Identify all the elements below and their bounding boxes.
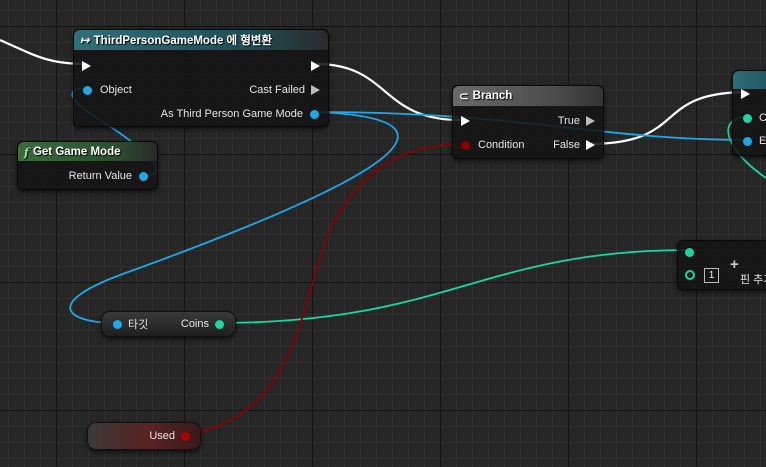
get-game-mode-node[interactable]: f Get Game Mode Return Value: [17, 141, 158, 190]
get-game-mode-title: Get Game Mode: [32, 145, 121, 158]
target-coins-node[interactable]: 타깃 Coins: [101, 311, 236, 337]
array-index-value: 1: [708, 269, 715, 281]
right-node[interactable]: C E: [732, 70, 766, 156]
branch-node[interactable]: ⊂ Branch True Condition False: [452, 85, 604, 159]
int-pin-icon[interactable]: [215, 319, 224, 329]
exec-outline-pin-icon[interactable]: [311, 85, 320, 95]
object-pin-icon[interactable]: [139, 171, 148, 181]
object-pin-icon[interactable]: [743, 136, 752, 146]
branch-false-row[interactable]: False: [553, 138, 595, 152]
int-wire-coins-array: [215, 249, 691, 324]
target-pin-row[interactable]: 타깃: [113, 317, 148, 331]
cast-as-pin-row[interactable]: As Third Person Game Mode: [161, 107, 319, 121]
cast-arrow-icon: ↦: [80, 35, 90, 47]
branch-true-label: True: [557, 115, 580, 127]
exec-outline-pin-icon[interactable]: [586, 116, 595, 126]
return-value-pin-row[interactable]: Return Value: [69, 169, 148, 183]
add-pin-icon-row[interactable]: +: [730, 256, 739, 273]
cast-object-pin-row[interactable]: Object: [83, 83, 132, 97]
cast-failed-label: Cast Failed: [249, 84, 305, 96]
branch-condition-label: Condition: [478, 139, 525, 151]
right-pin-c-label: C: [759, 112, 766, 124]
target-label: 타깃: [128, 319, 149, 331]
branch-condition-row[interactable]: Condition: [461, 138, 524, 152]
cast-node[interactable]: ↦ ThirdPersonGameMode 에 형변환 Object Cast …: [73, 29, 329, 127]
branch-title: Branch: [472, 90, 513, 102]
right-exec-in[interactable]: [741, 87, 750, 101]
exec-out-pin-icon[interactable]: [311, 61, 320, 71]
used-pin-row[interactable]: Used: [149, 429, 190, 443]
exec-in-pin-icon[interactable]: [741, 89, 750, 99]
array-index-row[interactable]: 1: [685, 267, 719, 283]
branch-exec-in[interactable]: [461, 114, 470, 128]
cast-node-title: ThirdPersonGameMode 에 형변환: [93, 35, 273, 47]
add-pin-label: 핀 추가: [740, 274, 766, 286]
exec-in-pin-icon[interactable]: [461, 116, 470, 126]
used-variable-node[interactable]: Used: [87, 422, 201, 450]
function-icon: f: [24, 144, 29, 159]
add-pin-icon[interactable]: +: [730, 256, 739, 273]
coins-pin-row[interactable]: Coins: [181, 317, 224, 331]
bool-pin-icon[interactable]: [461, 140, 470, 150]
branch-false-label: False: [553, 139, 580, 151]
bool-wire-used-condition: [181, 143, 465, 436]
int-pin-icon[interactable]: [743, 113, 752, 123]
used-label: Used: [149, 430, 175, 442]
return-value-label: Return Value: [68, 170, 132, 182]
exec-in-pin-icon[interactable]: [82, 61, 91, 71]
array-node[interactable]: 1 + 핀 추가: [677, 240, 766, 290]
branch-icon: ⊂: [459, 91, 469, 103]
int-pin-icon[interactable]: [685, 247, 694, 257]
bool-pin-icon[interactable]: [181, 431, 190, 441]
right-pin-c-row[interactable]: C: [743, 111, 766, 125]
branch-header[interactable]: ⊂ Branch: [453, 86, 603, 106]
coins-label: Coins: [180, 318, 209, 330]
cast-exec-out[interactable]: [311, 59, 320, 73]
exec-pin-icon[interactable]: [586, 140, 595, 150]
cast-object-label: Object: [100, 84, 132, 96]
cast-node-header[interactable]: ↦ ThirdPersonGameMode 에 형변환: [74, 30, 328, 50]
right-pin-e-row[interactable]: E: [743, 134, 766, 148]
exec-wire-false-right: [587, 90, 749, 146]
array-index-box[interactable]: 1: [704, 267, 719, 283]
array-input-pin-row[interactable]: [685, 245, 694, 259]
object-pin-icon[interactable]: [83, 85, 92, 95]
add-pin-label-row[interactable]: 핀 추가: [740, 272, 766, 286]
int-outline-pin-icon[interactable]: [685, 270, 695, 280]
right-pin-e-label: E: [759, 135, 766, 147]
get-game-mode-header[interactable]: f Get Game Mode: [18, 142, 157, 161]
branch-true-row[interactable]: True: [558, 114, 595, 128]
object-pin-icon[interactable]: [113, 319, 122, 329]
cast-failed-pin-row[interactable]: Cast Failed: [249, 83, 320, 97]
object-pin-icon[interactable]: [310, 109, 319, 119]
cast-exec-in[interactable]: [82, 59, 91, 73]
exec-wire-cast-branch: [315, 62, 461, 122]
cast-as-label: As Third Person Game Mode: [160, 108, 303, 120]
